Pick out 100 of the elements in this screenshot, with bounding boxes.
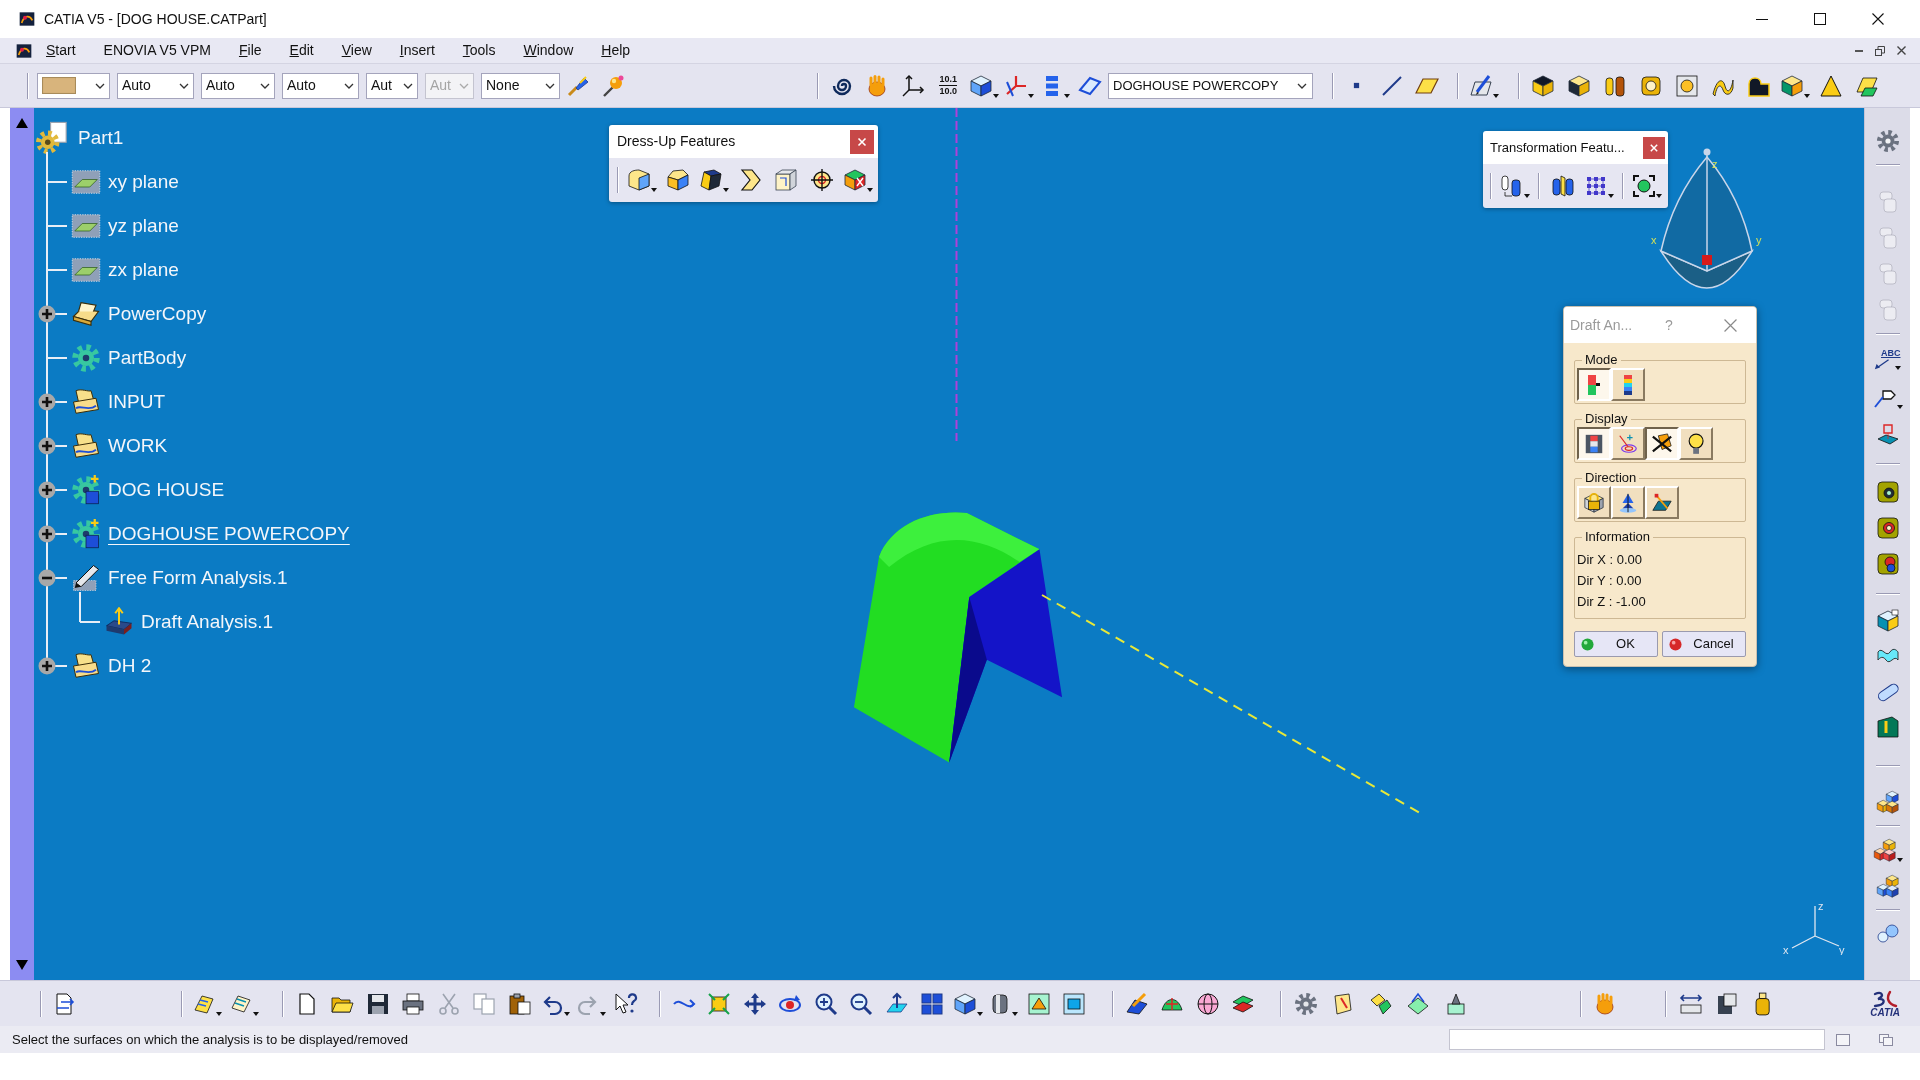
axes-icon[interactable] [1004,73,1035,98]
tree-item-label[interactable]: Part1 [78,126,124,148]
rounded-box-icon[interactable] [627,168,657,192]
box-target-icon[interactable] [1875,423,1900,447]
swap-icon[interactable] [1062,991,1087,1016]
mirror-icon[interactable] [1551,174,1575,198]
gear-icon[interactable] [70,343,101,373]
box-icon[interactable] [1567,73,1591,98]
plus-icon[interactable] [38,393,56,411]
down-arrow-icon[interactable] [16,960,28,970]
app-icon[interactable] [16,42,32,59]
ring-box-icon[interactable] [1875,480,1900,504]
chevron-down-icon[interactable] [344,82,354,89]
tree-item-label[interactable]: WORK [108,434,168,456]
menu-item[interactable]: Window [509,40,588,61]
globe-icon[interactable] [1195,991,1220,1016]
gear-icon[interactable] [1293,991,1318,1016]
box-arrow-icon[interactable] [103,607,134,637]
tree-item-label[interactable]: yz plane [108,214,179,236]
box-icon[interactable] [1780,73,1810,98]
ok-button[interactable]: OK [1574,631,1658,657]
tree-item-label[interactable]: zx plane [108,258,179,280]
plus-icon[interactable] [38,305,56,323]
crosshair-icon[interactable] [810,168,834,192]
box-cross-icon[interactable] [843,168,873,192]
pencil-grid-icon[interactable] [70,563,101,593]
menu-item[interactable]: File [224,40,276,61]
property-dropdown[interactable]: None [481,72,560,99]
close-icon[interactable] [1643,136,1665,159]
folder-icon[interactable] [70,651,101,681]
toggle-button[interactable] [1577,427,1611,460]
ring-icon[interactable] [1639,73,1663,98]
menu-item[interactable]: Help [587,40,645,61]
ruler-icon[interactable] [1678,991,1703,1016]
chevron-down-icon[interactable] [260,82,270,89]
toggle-button[interactable] [1577,368,1611,401]
text-leader-button[interactable]: ABC [1870,344,1905,374]
minimize-icon[interactable] [1855,49,1863,52]
tree-item-label[interactable]: Draft Analysis.1 [141,610,273,632]
3d-viewport[interactable] [34,108,1864,980]
pan-icon[interactable] [742,991,767,1016]
scrollbar[interactable] [10,108,34,980]
fit-all-icon[interactable] [707,991,732,1016]
chevron-down-icon[interactable] [403,82,413,89]
plus-icon[interactable] [38,481,56,499]
tree-item-label[interactable]: DOG HOUSE [108,478,225,500]
tray-icon[interactable] [70,299,101,329]
paste-icon[interactable] [507,991,532,1016]
diamond-arrow-icon[interactable] [1406,991,1431,1016]
cube-icon[interactable] [952,991,983,1016]
command-input-field[interactable] [1449,1029,1825,1050]
frame-box-icon[interactable] [774,168,798,192]
restore-icon[interactable] [1875,45,1885,56]
minus-icon[interactable] [38,569,56,587]
help-cursor-icon[interactable] [614,991,639,1016]
property-dropdown[interactable]: Auto [201,72,275,99]
print-icon[interactable] [401,991,426,1016]
scale-icon[interactable] [1632,174,1662,198]
close-icon[interactable] [850,129,874,154]
folder-icon[interactable] [70,387,101,417]
menu-item[interactable]: Edit [275,40,328,61]
axis-icon[interactable] [900,73,925,98]
tree-item-label[interactable]: DH 2 [108,654,152,676]
settings-icon[interactable] [1875,129,1900,153]
spheres-icon[interactable] [1875,922,1900,946]
tree-item-label[interactable]: INPUT [108,390,165,412]
chevron-icon[interactable] [738,168,762,192]
property-dropdown[interactable]: Aut [366,72,418,99]
up-arrow-icon[interactable] [16,118,28,128]
menu-item[interactable]: View [327,40,386,61]
four-views-icon[interactable] [920,991,945,1016]
normal-view-icon[interactable] [884,991,909,1016]
surface-pencil-icon[interactable] [1124,991,1149,1016]
gear-plus-icon[interactable] [70,475,101,505]
bottle-icon[interactable] [1754,991,1771,1016]
document-arrows-icon[interactable] [53,991,77,1016]
tree-item-label[interactable]: PartBody [108,346,187,368]
tree-item-label[interactable]: PowerCopy [108,302,207,324]
grid-icon[interactable] [1584,174,1614,198]
cylinders-icon[interactable] [1603,73,1627,98]
measure-button[interactable]: 10.1 10.0 [939,75,957,96]
close-icon[interactable] [1897,46,1906,55]
beveled-box-icon[interactable] [666,168,690,192]
chevron-down-icon[interactable] [545,82,555,89]
chevron-down-icon[interactable] [179,82,189,89]
wedge-icon[interactable] [1819,73,1843,98]
plus-icon[interactable] [38,525,56,543]
panel-icon[interactable] [1875,715,1900,740]
ring-box-icon[interactable] [1875,552,1900,576]
tree-item-label[interactable]: DOGHOUSE POWERCOPY [108,522,350,544]
cubes-icon[interactable] [1875,790,1900,814]
folder-icon[interactable] [70,431,101,461]
chevron-down-icon[interactable] [1297,82,1307,89]
box-flag-icon[interactable] [1875,608,1900,633]
gear-document-icon[interactable] [35,121,69,155]
menu-item[interactable]: ENOVIA V5 VPM [89,40,225,61]
plus-icon[interactable] [38,657,56,675]
point-icon[interactable] [1353,82,1360,89]
work-object-dropdown[interactable]: DOGHOUSE POWERCOPY [1108,72,1313,99]
hide-show-icon[interactable] [1026,991,1051,1016]
